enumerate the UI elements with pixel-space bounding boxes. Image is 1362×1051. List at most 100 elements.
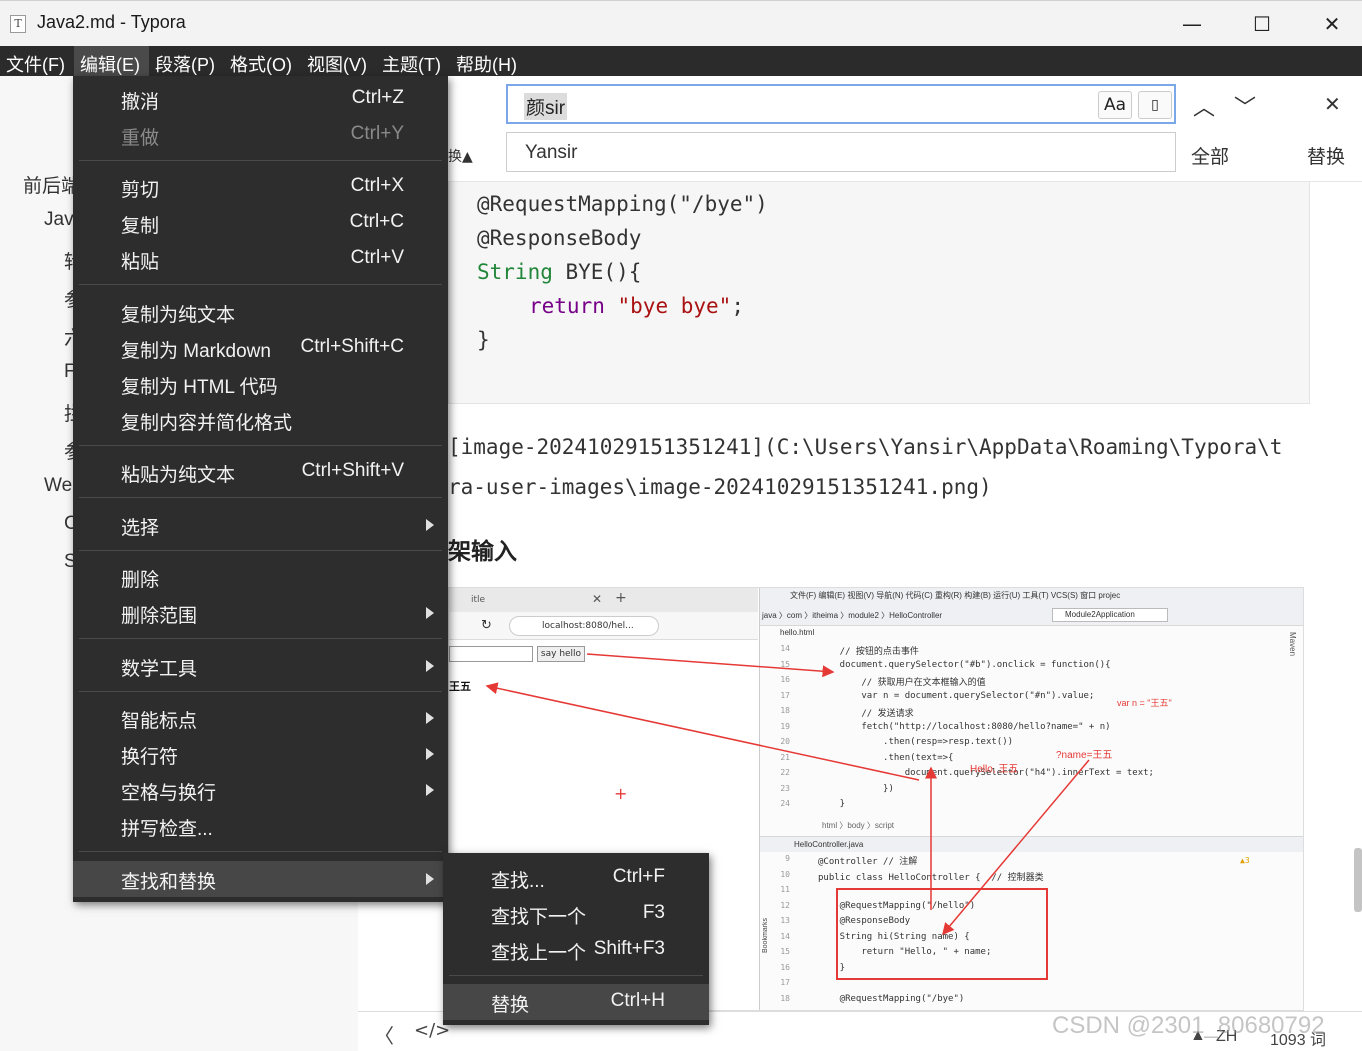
menu-item-smart-punctuation[interactable]: 智能标点 bbox=[73, 700, 448, 736]
menu-item-delete[interactable]: 删除 bbox=[73, 559, 448, 595]
menu-item-paste-plain-text[interactable]: 粘贴为纯文本 Ctrl+Shift+V bbox=[73, 454, 448, 490]
submenu-item-find[interactable]: 查找... Ctrl+F bbox=[443, 860, 709, 896]
code-block[interactable]: @RequestMapping("/bye") @ResponseBody St… bbox=[448, 182, 1310, 404]
submenu-item-find-next[interactable]: 查找下一个 F3 bbox=[443, 896, 709, 932]
menu-item-label: 删除 bbox=[121, 570, 160, 591]
submenu-arrow-icon bbox=[426, 873, 434, 885]
menu-item-delete-range[interactable]: 删除范围 bbox=[73, 595, 448, 631]
menu-item-label: 剪切 bbox=[121, 180, 160, 201]
menu-item-shortcut: Ctrl+Z bbox=[351, 87, 404, 108]
maximize-button[interactable]: ☐ bbox=[1232, 1, 1292, 47]
menu-item-whitespace[interactable]: 空格与换行 bbox=[73, 772, 448, 808]
search-input[interactable]: 颜sir Aa ▯ bbox=[506, 84, 1176, 124]
menu-item-label: 查找下一个 bbox=[491, 907, 587, 928]
editor-scrollbar-thumb[interactable] bbox=[1354, 848, 1362, 912]
replace-input[interactable]: Yansir bbox=[506, 132, 1176, 172]
submenu-arrow-icon bbox=[426, 519, 434, 531]
edit-menu-dropdown: 撤消 Ctrl+Z 重做 Ctrl+Y 剪切 Ctrl+X 复制 Ctrl+C 粘贴 Ct… bbox=[73, 76, 448, 902]
find-mode-toggle[interactable]: 换▲ bbox=[448, 146, 473, 166]
code-type-keyword: String bbox=[477, 260, 553, 284]
menu-item-shortcut: Shift+F3 bbox=[593, 938, 665, 959]
menu-item-label: 空格与换行 bbox=[121, 783, 217, 804]
match-case-toggle[interactable]: Aa bbox=[1098, 91, 1132, 119]
menu-item-label: 复制为 HTML 代码 bbox=[121, 377, 278, 398]
menu-item-cut[interactable]: 剪切 Ctrl+X bbox=[73, 169, 448, 205]
replace-button[interactable]: 替换 bbox=[1307, 142, 1345, 169]
menu-bar: 文件(F) 编辑(E) 段落(P) 格式(O) 视图(V) 主题(T) 帮助(H… bbox=[0, 46, 1362, 76]
menu-item-select[interactable]: 选择 bbox=[73, 507, 448, 543]
window-title: Java2.md - Typora bbox=[37, 12, 186, 32]
menu-item-label: 智能标点 bbox=[121, 711, 198, 732]
code-string: "bye bye" bbox=[617, 294, 732, 318]
menu-separator bbox=[449, 975, 703, 976]
menu-item-label: 复制 bbox=[121, 216, 160, 237]
outline-item[interactable]: We bbox=[44, 475, 72, 497]
menu-item-paste[interactable]: 粘贴 Ctrl+V bbox=[73, 241, 448, 277]
menu-item-shortcut: Ctrl+C bbox=[349, 211, 404, 232]
menu-separator bbox=[79, 851, 442, 852]
menu-item-find-replace[interactable]: 查找和替换 bbox=[73, 861, 448, 897]
menu-item-undo[interactable]: 撤消 Ctrl+Z bbox=[73, 81, 448, 117]
code-line: } bbox=[477, 328, 490, 352]
menu-separator bbox=[79, 497, 442, 498]
outline-item[interactable]: 前后端 bbox=[23, 171, 80, 198]
menu-format[interactable]: 格式(O) bbox=[224, 46, 301, 76]
submenu-arrow-icon bbox=[426, 784, 434, 796]
menu-separator bbox=[79, 445, 442, 446]
minimize-button[interactable]: — bbox=[1162, 1, 1222, 47]
menu-item-shortcut: Ctrl+F bbox=[612, 866, 665, 887]
menu-item-shortcut: F3 bbox=[642, 902, 665, 923]
find-previous-button[interactable]: ︿ bbox=[1193, 90, 1215, 122]
menu-item-shortcut: Ctrl+V bbox=[350, 247, 404, 268]
code-line: @RequestMapping("/bye") bbox=[477, 192, 768, 216]
code-line: @ResponseBody bbox=[477, 226, 642, 250]
menu-item-shortcut: Ctrl+Shift+V bbox=[301, 460, 404, 481]
menu-item-label: 粘贴为纯文本 bbox=[121, 465, 236, 486]
menu-view[interactable]: 视图(V) bbox=[301, 46, 376, 76]
menu-item-redo[interactable]: 重做 Ctrl+Y bbox=[73, 117, 448, 153]
menu-item-label: 复制为 Markdown bbox=[121, 341, 271, 362]
submenu-item-find-previous[interactable]: 查找上一个 Shift+F3 bbox=[443, 932, 709, 968]
menu-item-shortcut: Ctrl+Shift+C bbox=[300, 336, 404, 357]
menu-item-copy-markdown[interactable]: 复制为 Markdown Ctrl+Shift+C bbox=[73, 330, 448, 366]
menu-item-copy[interactable]: 复制 Ctrl+C bbox=[73, 205, 448, 241]
menu-item-label: 复制内容并简化格式 bbox=[121, 413, 293, 434]
find-next-button[interactable]: ﹀ bbox=[1234, 90, 1256, 122]
close-find-button[interactable]: ✕ bbox=[1324, 92, 1341, 117]
menu-item-label: 替换 bbox=[491, 995, 530, 1016]
menu-item-label: 粘贴 bbox=[121, 252, 160, 273]
menu-item-label: 数学工具 bbox=[121, 659, 198, 680]
menu-item-spell-check[interactable]: 拼写检查... bbox=[73, 808, 448, 844]
menu-edit[interactable]: 编辑(E) bbox=[73, 46, 149, 76]
submenu-arrow-icon bbox=[426, 660, 434, 672]
find-replace-panel: 颜sir Aa ▯ ︿ ﹀ ✕ Yansir 全部 替换 bbox=[448, 76, 1362, 182]
image-link-text[interactable]: ra-user-images\image-20241029151351241.p… bbox=[448, 475, 992, 499]
menu-file[interactable]: 文件(F) bbox=[0, 46, 74, 76]
csdn-watermark: CSDN @2301_80680792 bbox=[1052, 1012, 1325, 1039]
menu-separator bbox=[79, 284, 442, 285]
menu-help[interactable]: 帮助(H) bbox=[450, 46, 526, 76]
menu-item-copy-simplified[interactable]: 复制内容并简化格式 bbox=[73, 402, 448, 438]
menu-item-math-tools[interactable]: 数学工具 bbox=[73, 648, 448, 684]
image-link-text[interactable]: [image-20241029151351241](C:\Users\Yansi… bbox=[448, 435, 1282, 459]
code-line: String BYE(){ bbox=[477, 260, 641, 284]
section-heading[interactable]: 架输入 bbox=[448, 532, 517, 566]
menu-separator bbox=[79, 160, 442, 161]
menu-item-copy-plain-text[interactable]: 复制为纯文本 bbox=[73, 294, 448, 330]
menu-item-label: 查找和替换 bbox=[121, 872, 217, 893]
menu-item-label: 拼写检查... bbox=[121, 819, 213, 840]
whole-word-toggle[interactable]: ▯ bbox=[1138, 91, 1172, 119]
submenu-item-replace[interactable]: 替换 Ctrl+H bbox=[443, 984, 709, 1020]
menu-theme[interactable]: 主题(T) bbox=[376, 46, 450, 76]
replace-all-button[interactable]: 全部 bbox=[1191, 142, 1229, 169]
screenshot-arrow bbox=[586, 653, 835, 678]
menu-item-copy-html[interactable]: 复制为 HTML 代码 bbox=[73, 366, 448, 402]
back-icon[interactable]: 〈 bbox=[374, 1020, 394, 1049]
title-bar: T Java2.md - Typora — ☐ ✕ bbox=[0, 0, 1362, 46]
outline-item[interactable]: Jav bbox=[44, 209, 74, 231]
submenu-arrow-icon bbox=[426, 607, 434, 619]
close-window-button[interactable]: ✕ bbox=[1302, 1, 1362, 47]
menu-paragraph[interactable]: 段落(P) bbox=[149, 46, 224, 76]
submenu-arrow-icon bbox=[426, 748, 434, 760]
menu-item-line-endings[interactable]: 换行符 bbox=[73, 736, 448, 772]
